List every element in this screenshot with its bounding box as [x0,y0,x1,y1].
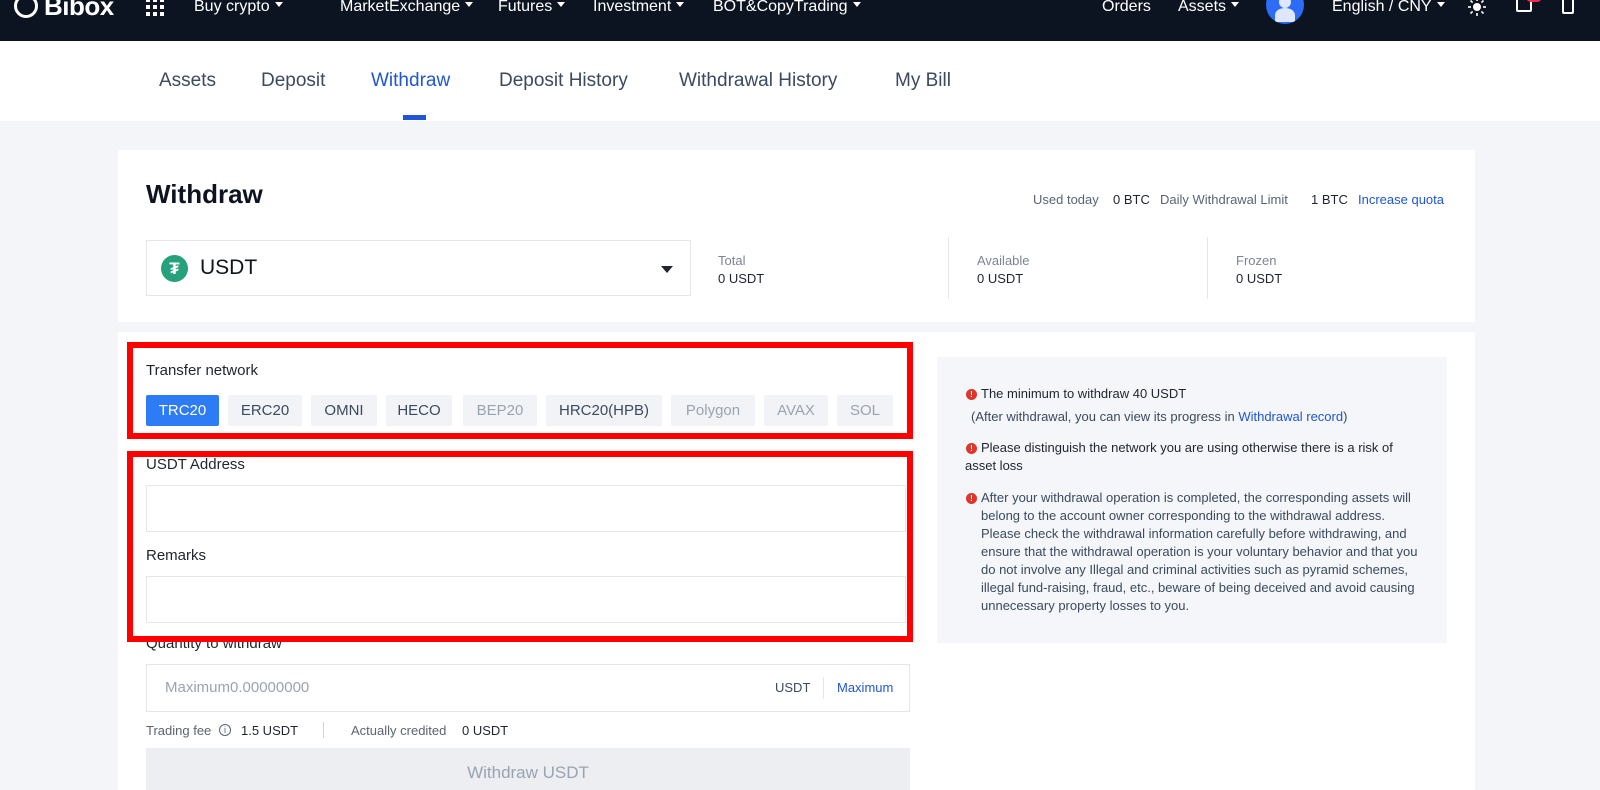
nav-buy-crypto[interactable]: Buy crypto [194,0,283,18]
nav-market-label: Market [340,0,389,15]
coin-select[interactable]: ₮ USDT [146,240,691,296]
highlight-network-box [127,342,913,439]
info-icon[interactable]: i [219,724,231,736]
used-today-label: Used today [1033,192,1099,207]
nav-language[interactable]: English / CNY [1332,0,1445,18]
tab-deposit-history[interactable]: Deposit History [499,70,628,92]
withdraw-summary-card [118,150,1475,322]
trading-fee-label: Trading fee [146,723,212,738]
quantity-unit: USDT [775,680,811,695]
theme-sun-icon[interactable] [1468,0,1486,16]
nav-market[interactable]: Market [340,0,389,18]
nav-exchange-label: Exchange [389,0,461,15]
notice-progress-suffix: ) [1343,409,1348,424]
logo-mark-icon [14,0,38,18]
nav-language-label: English / CNY [1332,0,1432,15]
chevron-down-icon [274,2,283,7]
nav-futures-label: Futures [498,0,553,15]
notice-progress-prefix: (After withdrawal, you can view its prog… [971,409,1239,424]
tab-deposit[interactable]: Deposit [261,70,325,92]
tab-assets[interactable]: Assets [159,70,216,92]
frozen-value: 0 USDT [1236,271,1283,286]
nav-bot-copytrading[interactable]: BOT&CopyTrading [713,0,861,18]
apps-grid-icon[interactable] [146,0,164,16]
stat-divider [948,237,949,299]
nav-orders[interactable]: Orders [1102,0,1151,18]
mobile-app-icon[interactable] [1562,0,1574,14]
quantity-input[interactable]: Maximum0.00000000 USDT Maximum [146,664,910,712]
active-tab-indicator [403,115,426,120]
available-label: Available [977,253,1030,268]
daily-limit-value: 1 BTC [1311,192,1348,207]
tab-withdrawal-history[interactable]: Withdrawal History [679,70,837,92]
quantity-placeholder: Maximum0.00000000 [165,679,310,696]
stat-divider [1207,237,1208,299]
selected-coin: USDT [200,256,258,279]
used-today-value: 0 BTC [1113,192,1150,207]
nav-exchange[interactable]: Exchange [389,0,474,18]
highlight-address-remarks-box [127,451,913,642]
warning-icon: ! [966,493,977,504]
chevron-down-icon [465,2,474,7]
notice-minimum: The minimum to withdraw 40 USDT [981,386,1187,401]
actually-credited-value: 0 USDT [462,723,509,738]
total-value: 0 USDT [718,271,765,286]
daily-limit-label: Daily Withdrawal Limit [1160,192,1288,207]
chevron-down-icon [676,2,685,7]
warning-icon: ! [966,389,977,400]
nav-buy-crypto-label: Buy crypto [194,0,270,15]
notice-progress: (After withdrawal, you can view its prog… [971,408,1431,426]
chevron-down-icon [557,2,566,7]
total-label: Total [718,253,746,268]
asset-tabs-bar: Assets Deposit Withdraw Deposit History … [0,41,1600,121]
actually-credited-label: Actually credited [351,723,447,738]
nav-investment[interactable]: Investment [593,0,685,18]
chevron-down-icon [1231,2,1240,7]
logo-text: Bibox [44,0,114,21]
withdraw-notice-panel: ! The minimum to withdraw 40 USDT (After… [937,357,1447,643]
nav-investment-label: Investment [593,0,672,15]
user-avatar[interactable] [1266,0,1304,24]
frozen-label: Frozen [1236,253,1277,268]
nav-assets-label: Assets [1178,0,1227,15]
notice-responsibility: After your withdrawal operation is compl… [981,490,1418,613]
notification-badge [1526,0,1542,2]
withdraw-submit-button[interactable]: Withdraw USDT [146,748,910,790]
bibox-logo[interactable]: Bibox [14,0,114,22]
page-title: Withdraw [146,179,263,209]
nav-bot-copytrading-label: BOT&CopyTrading [713,0,848,15]
nav-futures[interactable]: Futures [498,0,566,18]
maximum-button[interactable]: Maximum [837,680,893,695]
nav-orders-label: Orders [1102,0,1151,15]
top-navbar: Bibox Buy crypto Market Exchange Futures… [0,0,1600,41]
trading-fee-value: 1.5 USDT [241,723,299,738]
usdt-coin-icon: ₮ [161,255,188,282]
chevron-down-icon [661,266,673,273]
quantity-divider [823,677,824,699]
increase-quota-link[interactable]: Increase quota [1358,192,1444,207]
chevron-down-icon [1436,2,1445,7]
nav-assets[interactable]: Assets [1178,0,1240,18]
available-value: 0 USDT [977,271,1024,286]
tab-withdraw[interactable]: Withdraw [371,70,450,92]
notice-network-risk: Please distinguish the network you are u… [965,440,1393,473]
fee-divider [323,722,324,738]
chevron-down-icon [852,2,861,7]
withdrawal-record-link[interactable]: Withdrawal record [1238,409,1343,424]
tab-my-bill[interactable]: My Bill [895,70,951,92]
